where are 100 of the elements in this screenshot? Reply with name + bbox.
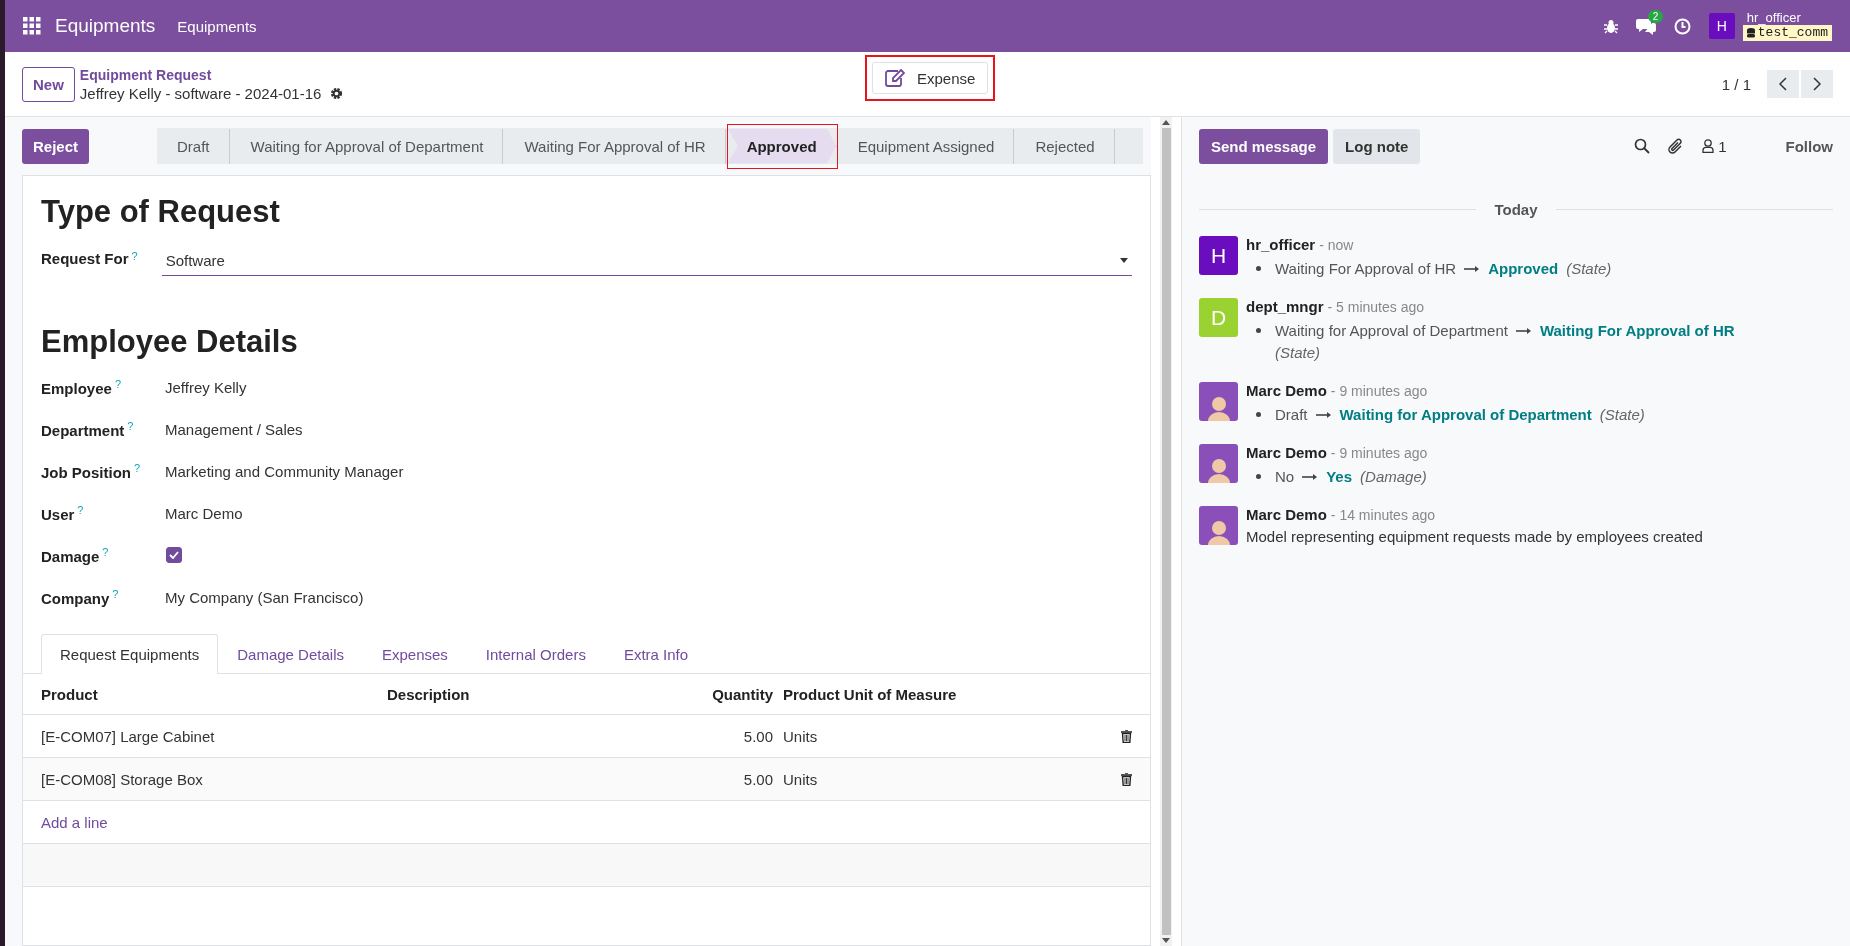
previous-button[interactable] — [1767, 70, 1799, 98]
status-stage[interactable]: Equipment Assigned — [838, 128, 1015, 164]
author-avatar[interactable]: H — [1199, 236, 1238, 275]
status-stage[interactable]: Rejected — [1016, 128, 1115, 164]
user-avatar[interactable]: H — [1708, 13, 1735, 39]
send-message-button[interactable]: Send message — [1199, 128, 1329, 164]
field-value: My Company (San Francisco) — [165, 588, 364, 606]
section-heading: Type of Request — [41, 194, 281, 230]
column-header[interactable]: Quantity — [587, 685, 773, 703]
notification-badge: 2 — [1647, 9, 1664, 23]
follow-button[interactable]: Follow — [1785, 137, 1833, 155]
new-value: Waiting For Approval of HR — [1539, 321, 1735, 341]
field-label: Department — [41, 421, 125, 439]
edit-icon — [885, 69, 905, 87]
notebook-tab[interactable]: Extra Info — [604, 634, 708, 674]
field-label: Damage — [41, 547, 100, 565]
message-text: Model representing equipment requests made by employees created — [1246, 528, 1703, 545]
status-stage[interactable]: Draft — [158, 128, 230, 164]
old-value: Draft — [1275, 405, 1308, 425]
table-cell-text: [E-COM07] Large Cabinet — [41, 727, 216, 745]
message-author[interactable]: hr_officer — [1246, 236, 1316, 253]
notebook-tab[interactable]: Expenses — [362, 634, 467, 674]
arrow-right-icon — [1464, 265, 1481, 273]
gear-icon[interactable] — [330, 86, 344, 100]
message-time: - now — [1319, 237, 1354, 253]
log-note-button[interactable]: Log note — [1333, 128, 1421, 164]
message-time: - 5 minutes ago — [1327, 299, 1424, 315]
expense-button[interactable]: Expense — [872, 62, 989, 94]
select-value: Software — [165, 252, 225, 269]
field-label: Job Position — [41, 463, 131, 481]
breadcrumb-link[interactable]: Equipment Request — [79, 66, 344, 83]
apps-grid-icon[interactable] — [23, 17, 41, 35]
arrow-right-icon — [1515, 327, 1532, 335]
new-value: Yes — [1326, 467, 1353, 487]
trash-icon[interactable] — [1121, 772, 1132, 786]
scroll-up-icon[interactable] — [1162, 120, 1170, 125]
message-author[interactable]: dept_mngr — [1246, 298, 1324, 315]
column-header[interactable]: Product — [41, 685, 387, 703]
old-value: Waiting for Approval of Department — [1275, 321, 1508, 341]
avatar-placeholder[interactable] — [1199, 382, 1238, 421]
table-cell-text: Units — [782, 727, 819, 745]
table-cell-text: 5.00 — [742, 770, 773, 788]
user-name[interactable]: hr_officer — [1742, 11, 1832, 25]
paperclip-icon[interactable] — [1668, 137, 1685, 155]
field-name: (State) — [1275, 343, 1320, 363]
damage-checkbox[interactable] — [166, 547, 182, 563]
chevron-right-icon — [1813, 77, 1821, 91]
person-icon — [1702, 139, 1715, 153]
search-icon[interactable] — [1634, 138, 1651, 154]
request-for-select[interactable]: Software — [161, 250, 1132, 276]
scroll-down-icon[interactable] — [1162, 938, 1170, 943]
arrow-right-icon — [1302, 473, 1319, 481]
status-stage[interactable]: Waiting For Approval of HR — [505, 128, 726, 164]
message-time: - 9 minutes ago — [1330, 383, 1428, 399]
trash-icon[interactable] — [1121, 729, 1132, 743]
message-author[interactable]: Marc Demo — [1246, 444, 1327, 461]
menu-item[interactable]: Equipments — [177, 17, 257, 35]
app-name[interactable]: Equipments — [55, 15, 156, 37]
field-value: Management / Sales — [165, 420, 303, 438]
column-header[interactable]: Product Unit of Measure — [773, 685, 1112, 703]
pager-counter: 1 / 1 — [1721, 75, 1751, 93]
field-label: Employee — [41, 379, 112, 397]
next-button[interactable] — [1801, 70, 1833, 98]
field-value: Jeffrey Kelly — [165, 378, 247, 396]
add-line-link[interactable]: Add a line — [41, 813, 108, 831]
notebook-tab[interactable]: Request Equipments — [41, 634, 219, 674]
old-value: Waiting For Approval of HR — [1275, 259, 1457, 279]
new-button[interactable]: New — [22, 66, 75, 102]
database-icon — [1746, 27, 1755, 38]
field-name: (State) — [1566, 259, 1612, 279]
field-value: Marketing and Community Manager — [165, 462, 404, 480]
field-label: Company — [41, 589, 110, 607]
scrollbar[interactable] — [1160, 117, 1172, 946]
field-value: Marc Demo — [165, 504, 243, 522]
message-time: - 14 minutes ago — [1330, 507, 1436, 523]
status-stage[interactable]: Approved — [727, 128, 837, 164]
table-cell-text: [E-COM08] Storage Box — [41, 770, 204, 788]
reject-button[interactable]: Reject — [22, 128, 90, 164]
message-author[interactable]: Marc Demo — [1246, 506, 1327, 523]
status-stage[interactable]: Waiting for Approval of Department — [231, 128, 504, 164]
clock-icon[interactable] — [1673, 17, 1691, 35]
table-cell-text: 5.00 — [742, 727, 773, 745]
notebook-tab[interactable]: Internal Orders — [466, 634, 605, 674]
message-time: - 9 minutes ago — [1330, 445, 1428, 461]
field-name: (State) — [1599, 405, 1645, 425]
table-cell-text: Units — [782, 770, 819, 788]
avatar-placeholder[interactable] — [1199, 444, 1238, 483]
notebook-tab[interactable]: Damage Details — [218, 634, 363, 674]
date-separator: Today — [1494, 201, 1538, 218]
chevron-left-icon — [1779, 77, 1787, 91]
arrow-right-icon — [1315, 411, 1332, 419]
followers-button[interactable]: 1 — [1702, 137, 1727, 155]
bug-icon[interactable] — [1603, 18, 1618, 34]
field-name: (Damage) — [1360, 467, 1427, 487]
message-author[interactable]: Marc Demo — [1246, 382, 1327, 399]
field-label: Request For — [41, 250, 129, 267]
record-title: Jeffrey Kelly - software - 2024-01-16 — [79, 84, 322, 102]
column-header[interactable]: Description — [387, 685, 587, 703]
caret-icon — [1120, 258, 1128, 263]
avatar-placeholder[interactable] — [1199, 506, 1238, 545]
